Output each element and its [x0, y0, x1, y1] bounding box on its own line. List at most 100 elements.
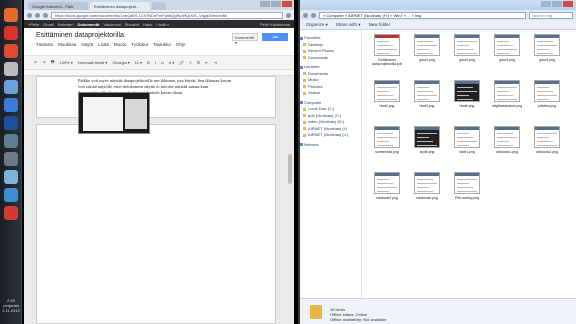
- comments-button[interactable]: Kommentit ▾: [232, 33, 258, 45]
- gbar-link[interactable]: +Pelle: [28, 22, 39, 27]
- menu-item[interactable]: Muokkaa: [58, 42, 76, 47]
- minimize-button[interactable]: [541, 1, 551, 7]
- taskbar-app-icon[interactable]: [4, 206, 18, 220]
- taskbar-app-icon[interactable]: [4, 44, 18, 58]
- toolbar-button[interactable]: Georgia ▾: [112, 60, 129, 65]
- taskbar-app-icon[interactable]: [4, 152, 18, 166]
- doc-title[interactable]: Esittäminen dataprojektorilla: [36, 32, 124, 39]
- command-button[interactable]: Share with ▾: [336, 22, 361, 28]
- toolbar-button[interactable]: ↷: [42, 60, 45, 65]
- taskbar-app-icon[interactable]: [4, 80, 18, 94]
- file-item[interactable]: gdoc1.png: [410, 34, 444, 74]
- taskbar-app-icon[interactable]: [4, 98, 18, 112]
- toolbar-button[interactable]: 100% ▾: [60, 60, 73, 65]
- url-input[interactable]: https://docs.google.com/document/d/1oeQa…: [51, 11, 283, 19]
- menu-item[interactable]: Näytä: [81, 42, 93, 47]
- taskbar-app-icon[interactable]: [4, 62, 18, 76]
- toolbar-button[interactable]: A ▾: [169, 60, 175, 65]
- doc-canvas[interactable]: [24, 76, 294, 324]
- share-button[interactable]: Jaa: [262, 33, 288, 41]
- taskbar-app-icon[interactable]: [4, 134, 18, 148]
- file-item[interactable]: windows3.png: [370, 172, 404, 212]
- minimize-button[interactable]: [260, 1, 270, 7]
- gbar-link[interactable]: Haku: [143, 22, 152, 27]
- toolbar-button[interactable]: B: [147, 60, 150, 65]
- file-item[interactable]: näyttöasetukset.png: [490, 80, 524, 120]
- file-name: hlaa2.png: [379, 104, 395, 108]
- file-item[interactable]: hlaa2.png: [370, 80, 404, 120]
- close-button[interactable]: [282, 1, 292, 7]
- file-item[interactable]: Esittäminen dataprojektorilla.pdf: [370, 34, 404, 74]
- menu-item[interactable]: Taulukko: [153, 42, 171, 47]
- menu-item[interactable]: Tiedosto: [36, 42, 53, 47]
- file-name: gdoc3.png: [499, 58, 515, 62]
- toolbar-button[interactable]: U: [161, 60, 164, 65]
- menu-item[interactable]: Muoto: [114, 42, 127, 47]
- toolbar-button[interactable]: 🖶: [51, 59, 55, 66]
- tab-document[interactable]: Esittäminen dataprojekt...: [90, 2, 150, 10]
- file-item[interactable]: Piirt.overlay.png: [450, 172, 484, 212]
- taskbar-app-icon[interactable]: [4, 116, 18, 130]
- back-icon[interactable]: [27, 12, 32, 18]
- command-button[interactable]: Organize ▾: [306, 22, 328, 28]
- file-item[interactable]: gdoc4.png: [530, 34, 564, 74]
- user-name[interactable]: Pelle Kaiutinman: [260, 22, 290, 27]
- nav-item[interactable]: Network: [300, 142, 361, 149]
- toolbar-button[interactable]: ⇤: [205, 60, 208, 65]
- maximize-button[interactable]: [271, 1, 281, 7]
- gbar-link[interactable]: Gmail: [43, 22, 53, 27]
- toolbar-button[interactable]: 11 ▾: [135, 60, 142, 65]
- menu-item[interactable]: Lisää: [98, 42, 109, 47]
- embedded-screenshot[interactable]: [78, 92, 150, 134]
- file-item[interactable]: windows2.png: [530, 126, 564, 166]
- explorer-search-input[interactable]: Search img: [529, 11, 573, 19]
- gbar-link[interactable]: Lisää »: [156, 22, 169, 27]
- nav-item[interactable]: AIRNET (\\kotinas) (J:): [300, 132, 361, 139]
- tab-calendar[interactable]: Google Kalenteri - Pääl: [28, 2, 88, 10]
- back-icon[interactable]: [303, 12, 308, 18]
- toolbar-button[interactable]: ≡: [189, 60, 191, 65]
- folder-icon: [303, 85, 306, 88]
- nav-item[interactable]: Videos: [300, 90, 361, 97]
- status-text: 18 items Offline status: Online Offline …: [330, 307, 386, 322]
- taskbar-app-icon[interactable]: [4, 8, 18, 22]
- new-tab-button[interactable]: [152, 2, 166, 10]
- taskbar-app-icon[interactable]: [4, 188, 18, 202]
- explorer-path[interactable]: « Computer » AIRNET (\\kotinas) (H:) » W…: [319, 11, 526, 19]
- gbar-link[interactable]: Valokuvat: [103, 22, 120, 27]
- maximize-button[interactable]: [552, 1, 562, 7]
- close-button[interactable]: [563, 1, 573, 7]
- taskbar-app-icon[interactable]: [4, 170, 18, 184]
- menu-item[interactable]: Työkalut: [131, 42, 148, 47]
- star-icon[interactable]: ☆: [122, 32, 127, 39]
- toolbar-button[interactable]: ↶: [34, 60, 37, 65]
- nav-item[interactable]: Downloads: [300, 55, 361, 62]
- file-item[interactable]: gdoc2.png: [450, 34, 484, 74]
- file-item[interactable]: slide1.png: [450, 126, 484, 166]
- taskbar-clock[interactable]: 2:45 perjantai 2.11.2012: [0, 298, 22, 313]
- toolbar-button[interactable]: 🔗: [179, 60, 184, 65]
- file-item[interactable]: gdoc3.png: [490, 34, 524, 74]
- doc-scrollbar[interactable]: [288, 154, 292, 184]
- reload-icon[interactable]: [43, 12, 48, 18]
- taskbar-app-icon[interactable]: [4, 26, 18, 40]
- toolbar-button[interactable]: I: [155, 60, 156, 65]
- gbar-link[interactable]: Sivustot: [125, 22, 139, 27]
- gbar-link[interactable]: Dokumentit: [77, 22, 99, 27]
- wrench-icon[interactable]: [286, 12, 291, 18]
- file-item[interactable]: windows1.png: [490, 126, 524, 166]
- file-item[interactable]: hlaa3.png: [410, 80, 444, 120]
- command-button[interactable]: New folder: [369, 22, 391, 27]
- menu-item[interactable]: Ohje: [176, 42, 186, 47]
- toolbar-button[interactable]: ⇥: [214, 60, 217, 65]
- forward-icon[interactable]: [35, 12, 40, 18]
- file-item[interactable]: pdfview.png: [530, 80, 564, 120]
- file-item[interactable]: slyde.png: [410, 126, 444, 166]
- file-item[interactable]: screenread.png: [370, 126, 404, 166]
- toolbar-button[interactable]: ☰: [197, 60, 201, 65]
- gbar-link[interactable]: Kalenteri: [58, 22, 74, 27]
- file-item[interactable]: windowsb.png: [410, 172, 444, 212]
- forward-icon[interactable]: [311, 12, 316, 18]
- toolbar-button[interactable]: Normaali teksti ▾: [78, 60, 108, 65]
- file-item[interactable]: hlaab.png: [450, 80, 484, 120]
